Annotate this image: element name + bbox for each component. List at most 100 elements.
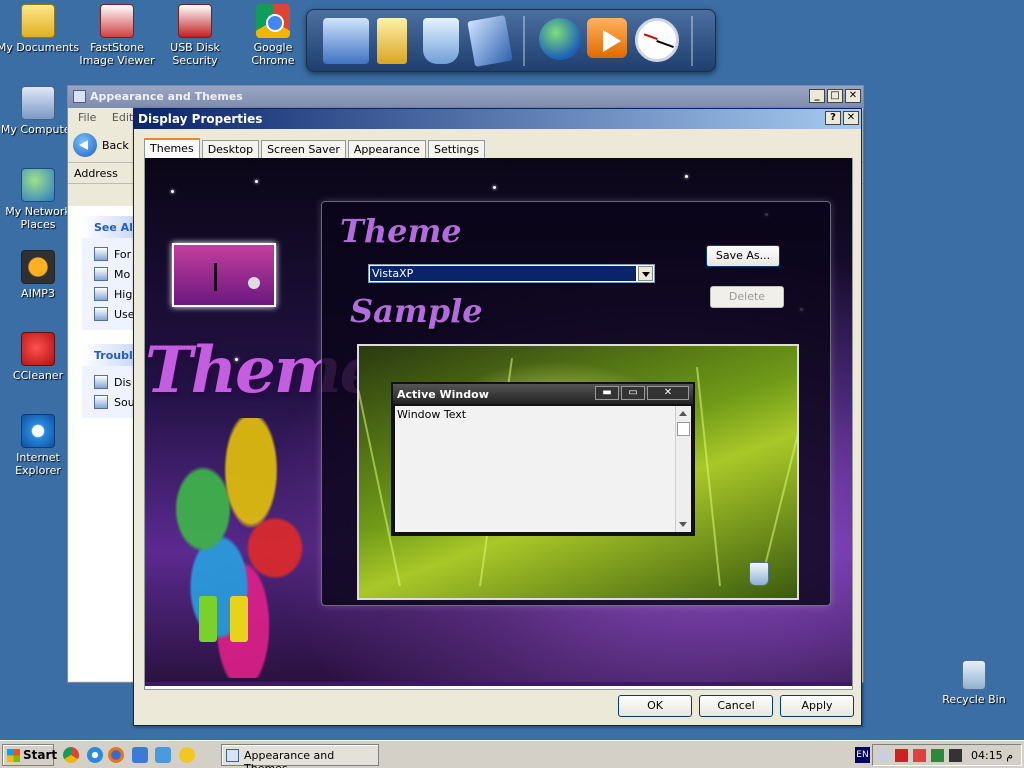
desktop-icon-label: My Documents: [0, 41, 80, 54]
tray-network-icon[interactable]: [877, 749, 890, 762]
yellow-bottle: [230, 596, 248, 642]
dialog-tabs: Themes Desktop Screen Saver Appearance S…: [144, 138, 487, 160]
dock-separator: [523, 16, 525, 66]
tray-volume-icon[interactable]: [931, 749, 944, 762]
tab-desktop[interactable]: Desktop: [201, 140, 260, 159]
save-as-button[interactable]: Save As...: [706, 245, 780, 267]
start-button[interactable]: Start: [2, 744, 58, 766]
user-icon: [94, 307, 108, 321]
tray-usb-icon[interactable]: [913, 749, 926, 762]
desktop-icon-label: Google Chrome: [251, 41, 295, 67]
explorer-title-bar[interactable]: Appearance and Themes _ □ ✕: [68, 86, 863, 108]
star: [255, 180, 258, 183]
taskbar-clock[interactable]: 04:15 م: [971, 749, 1013, 762]
menu-edit[interactable]: Edit: [112, 111, 133, 124]
quicklaunch-app2-icon[interactable]: [155, 747, 171, 763]
star: [493, 186, 496, 189]
dock-folder-icon[interactable]: [377, 18, 407, 64]
system-tray: 04:15 م: [872, 744, 1022, 766]
start-label: Start: [23, 748, 58, 762]
internet-explorer-icon: [21, 414, 55, 448]
desktop-icon-usb-disk-security[interactable]: USB Disk Security: [153, 4, 237, 67]
taskbar-item-appearance-and-themes[interactable]: Appearance and Themes: [221, 744, 379, 768]
troubleshooter-item-label: Sou: [114, 395, 135, 409]
faststone-icon: [100, 4, 134, 38]
star: [171, 190, 174, 193]
tab-settings[interactable]: Settings: [427, 140, 486, 159]
sample-recycle-bin-icon: [749, 562, 769, 586]
grass-blade: [696, 367, 721, 587]
green-bottle: [199, 596, 217, 642]
taskbar-item-label: Appearance and Themes: [244, 749, 335, 768]
help-button[interactable]: ?: [825, 111, 841, 125]
quicklaunch-app-icon[interactable]: [132, 747, 148, 763]
my-documents-icon: [21, 4, 55, 38]
see-also-item-label: For: [114, 247, 132, 261]
dialog-close-button[interactable]: ✕: [843, 111, 859, 125]
desktop-icon-my-documents[interactable]: My Documents: [0, 4, 80, 54]
apply-button[interactable]: Apply: [780, 695, 854, 717]
ccleaner-icon: [21, 332, 55, 366]
desktop-icon-faststone[interactable]: FastStone Image Viewer: [75, 4, 159, 67]
high-contrast-icon: [94, 287, 108, 301]
sample-window-title-bar: Active Window ▬ ▭ ✕: [393, 384, 693, 404]
dock-recycle-bin-icon[interactable]: [423, 18, 459, 64]
usb-disk-security-icon: [178, 4, 212, 38]
explorer-maximize-button[interactable]: □: [827, 89, 843, 103]
explorer-close-button[interactable]: ✕: [845, 89, 861, 103]
desktop-icon-label: My Network Places: [5, 205, 71, 231]
back-arrow-icon: [73, 133, 97, 157]
dock-my-computer-icon[interactable]: [323, 18, 369, 64]
quicklaunch-chrome-icon[interactable]: [63, 747, 79, 763]
tray-app-icon[interactable]: [949, 749, 962, 762]
tray-security-icon[interactable]: [895, 749, 908, 762]
tab-themes[interactable]: Themes: [144, 138, 200, 160]
star: [685, 175, 688, 178]
tree-silhouette: [214, 263, 217, 291]
sample-maximize-icon: ▭: [621, 386, 645, 400]
cancel-button[interactable]: Cancel: [699, 695, 773, 717]
ok-button[interactable]: OK: [618, 695, 692, 717]
sample-minimize-icon: ▬: [595, 386, 619, 400]
theme-select-value: VistaXP: [370, 266, 636, 281]
delete-button[interactable]: Delete: [710, 286, 784, 308]
sample-scrollbar: [675, 406, 691, 532]
quicklaunch-ie-icon[interactable]: [87, 747, 103, 763]
see-also-item-label: Mo: [114, 267, 131, 281]
chrome-icon: [256, 4, 290, 38]
desktop-icon-google-chrome[interactable]: Google Chrome: [231, 4, 315, 67]
chevron-down-icon[interactable]: [638, 266, 653, 281]
theme-select[interactable]: VistaXP: [368, 264, 655, 283]
explorer-task-pane: See Als For Mo Hig Use Troubl Dis Sou: [68, 206, 142, 681]
back-button[interactable]: Back: [73, 132, 129, 158]
clock-second-hand: [643, 33, 658, 40]
taskbar-window-icon: [226, 749, 239, 762]
theme-thumbnail: [172, 243, 276, 307]
my-computer-icon: [21, 86, 55, 120]
troubleshooter-item-label: Dis: [114, 375, 132, 389]
quicklaunch-firefox-icon[interactable]: [108, 747, 124, 763]
quicklaunch-emoticon-icon[interactable]: [179, 747, 195, 763]
sample-window-title: Active Window: [397, 388, 489, 401]
sample-heading: Sample: [350, 292, 483, 330]
tab-screen-saver[interactable]: Screen Saver: [261, 140, 346, 159]
dock-display-icon[interactable]: [467, 15, 513, 67]
desktop-icon-label: USB Disk Security: [170, 41, 220, 67]
menu-file[interactable]: File: [78, 111, 96, 124]
taskbar: Start Appearance and Themes EN 04:15 م: [0, 740, 1024, 768]
dock-media-player-icon[interactable]: [587, 18, 627, 58]
dock-clock-icon[interactable]: [635, 18, 679, 62]
recycle-bin-icon: [962, 660, 986, 690]
language-indicator[interactable]: EN: [855, 747, 870, 763]
desktop-icon-recycle-bin[interactable]: Recycle Bin: [932, 660, 1016, 706]
dock-bar: [306, 9, 716, 72]
tab-appearance[interactable]: Appearance: [347, 140, 426, 159]
explorer-minimize-button[interactable]: _: [809, 89, 825, 103]
dock-globe-icon[interactable]: [539, 18, 581, 60]
desktop-icon-label: FastStone Image Viewer: [79, 41, 155, 67]
dialog-title-bar[interactable]: Display Properties ? ✕: [134, 109, 861, 129]
theme-skin-background: Themes Theme VistaXP Save As... Delete S…: [145, 158, 852, 686]
desktop-icon-label: Internet Explorer: [15, 451, 61, 477]
moon: [248, 277, 260, 289]
sample-window-text: Window Text: [397, 408, 467, 421]
